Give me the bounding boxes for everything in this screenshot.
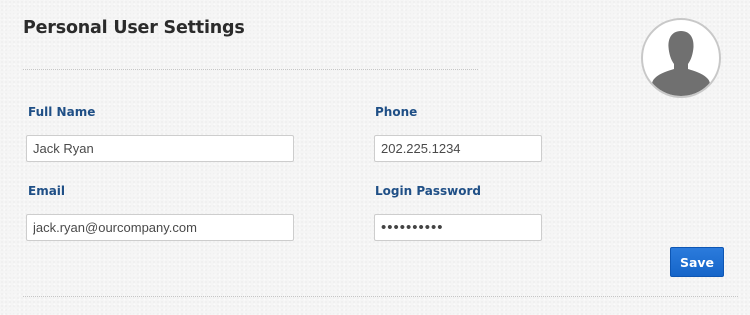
full-name-input[interactable] [26, 135, 294, 162]
full-name-label: Full Name [28, 105, 96, 119]
user-silhouette-icon [651, 31, 711, 96]
header-divider [23, 69, 478, 70]
login-password-label: Login Password [375, 184, 482, 198]
login-password-input[interactable] [374, 214, 542, 241]
phone-input[interactable] [374, 135, 542, 162]
avatar[interactable] [641, 18, 721, 98]
footer-divider [23, 296, 738, 297]
save-button[interactable]: Save [670, 247, 724, 277]
phone-label: Phone [375, 105, 418, 119]
email-label: Email [28, 184, 66, 198]
page-title: Personal User Settings [23, 18, 245, 38]
email-input[interactable] [26, 214, 294, 241]
